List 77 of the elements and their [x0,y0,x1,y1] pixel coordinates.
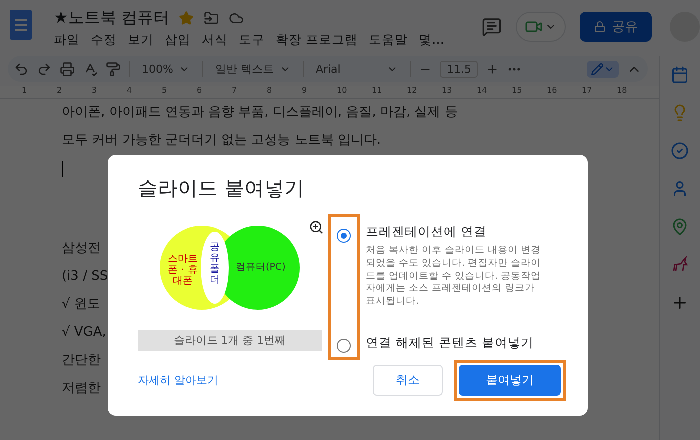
dialog-title: 슬라이드 붙여넣기 [138,175,306,202]
document-title[interactable]: ★노트북 컴퓨터 [54,8,170,29]
person-icon[interactable] [671,180,689,198]
calendar-icon[interactable] [671,66,689,84]
ruler-number: 1 [22,86,28,97]
document-text: (i3 / SS [62,268,108,286]
font-size-field[interactable]: 11.5 [440,60,478,78]
ruler-number: 4 [127,86,134,97]
ruler-number: 11 [372,86,384,97]
menu-item[interactable]: 삽입 [165,32,191,49]
ruler-number: 14 [477,86,488,97]
slide-caption: 슬라이드 1개 중 1번째 [138,330,322,351]
option-description: 처음 복사한 이후 슬라이드 내용이 변경되었을 수도 있습니다. 편집자만 슬라이드를 업데이트할 수 있습니다. 공동작업자에게는 소스 프레젠테이션의 링크가 표시됩니다. [366,245,542,310]
diagram-label: 컴퓨터(PC) [236,261,286,274]
add-icon[interactable] [671,294,689,312]
unicorn-icon[interactable] [671,256,689,274]
menu-item[interactable]: 서식 [202,32,228,49]
document-text: √ 윈도 [62,296,100,314]
edit-mode-button[interactable] [587,60,619,78]
ruler-number: 15 [512,86,524,97]
menu-item[interactable]: 보기 [128,32,154,49]
text-cursor [62,161,63,177]
paint-roller-icon[interactable] [106,62,121,76]
option-label[interactable]: 프레젠테이션에 연결 [366,224,542,241]
ruler-number: 6 [197,86,204,97]
docs-logo-icon [10,10,32,40]
ruler-number: 3 [92,86,98,97]
zoom-in-icon[interactable] [309,220,324,235]
menu-item[interactable]: 확장 프로그램 [276,32,358,49]
radio-button[interactable] [337,229,351,243]
cancel-button[interactable]: 취소 [373,365,443,396]
ruler-number: 9 [302,86,308,97]
ruler-number: 7 [232,86,238,97]
option-label[interactable]: 연결 해제된 콘텐츠 붙여넣기 [366,335,542,352]
ruler-number: 17 [582,86,594,97]
radio-button[interactable] [337,339,351,353]
redo-icon[interactable] [37,62,52,76]
ruler-number: 16 [547,86,558,97]
undo-icon[interactable] [14,62,29,76]
video-call-button[interactable] [516,12,566,42]
pencil-icon [591,62,604,76]
font-dropdown[interactable]: Arial [312,62,402,76]
ruler-number: 13 [442,86,454,97]
menu-item[interactable]: 몇… [418,32,444,49]
comment-icon[interactable] [482,17,502,37]
map-pin-icon[interactable] [671,218,689,236]
cloud-icon[interactable] [229,11,244,26]
ruler-number: 2 [57,86,64,97]
zoom-dropdown[interactable]: 100% [138,62,194,76]
document-text: 간단한 [62,352,101,370]
diagram-label: 스마트폰 · 휴대폰 [167,254,199,287]
menu-item[interactable]: 도구 [239,32,265,49]
share-button[interactable]: 공유 [580,12,652,42]
paste-button[interactable]: 붙여넣기 [459,365,561,396]
document-text: 아이폰, 아이패드 연동과 음향 부품, 디스플레이, 음질, 마감, 실제 등 [62,104,458,122]
ruler-number: 12 [407,86,418,97]
style-dropdown[interactable]: 일반 텍스트 [211,62,295,76]
spellcheck-icon[interactable] [83,62,98,76]
diagram-label: 공유폴더 [210,242,220,286]
document-text: 모두 커버 가능한 군더더기 없는 고성능 노트북 입니다. [62,132,382,150]
learn-more-link[interactable]: 자세히 알아보기 [138,373,218,388]
menu-item[interactable]: 도움말 [368,32,408,49]
ruler-number: 8 [267,86,274,97]
lock-icon [594,21,606,33]
check-circle-icon[interactable] [671,142,689,160]
document-text: √ VGA, [62,324,106,342]
document-text: 저렴한 [62,380,101,398]
menu-item[interactable]: 수정 [91,32,117,49]
plus-icon[interactable] [486,62,500,76]
ruler-number: 18 [617,86,628,97]
ruler-number: 5 [162,86,168,97]
print-icon[interactable] [60,62,75,76]
menu-item[interactable]: 파일 [54,32,80,49]
ruler-number: 10 [337,86,348,97]
star-icon[interactable] [179,11,194,26]
document-text: 삼성전 [62,240,101,258]
folder-icon[interactable] [204,11,220,26]
